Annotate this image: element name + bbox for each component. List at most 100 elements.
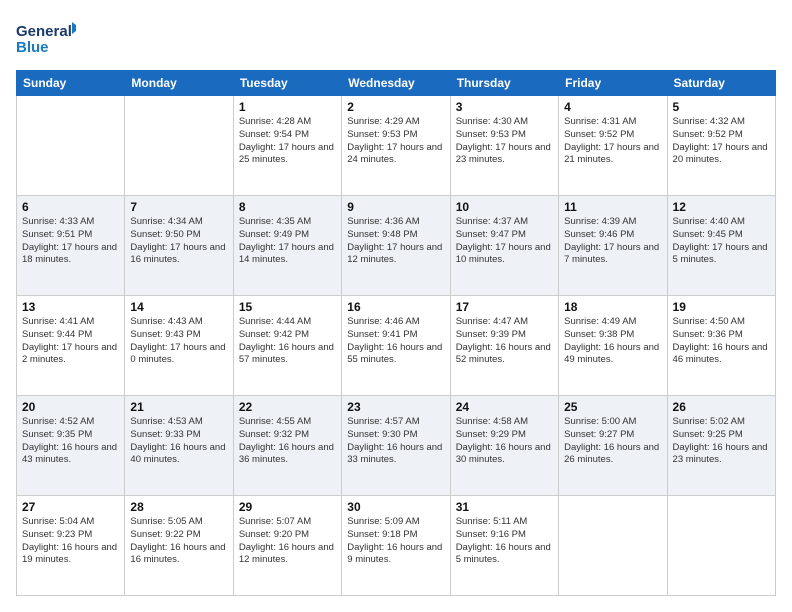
day-info: Sunrise: 4:37 AM Sunset: 9:47 PM Dayligh… <box>456 216 553 267</box>
day-info: Sunrise: 5:02 AM Sunset: 9:25 PM Dayligh… <box>673 416 770 467</box>
day-number: 18 <box>564 300 661 314</box>
calendar-cell: 16 Sunrise: 4:46 AM Sunset: 9:41 PM Dayli… <box>342 296 450 396</box>
header: General Blue <box>16 16 776 60</box>
calendar-cell: 21Sunrise: 4:53 AM Sunset: 9:33 PM Dayli… <box>125 396 233 496</box>
calendar-cell: 15Sunrise: 4:44 AM Sunset: 9:42 PM Dayli… <box>233 296 341 396</box>
calendar-cell: 12 Sunrise: 4:40 AM Sunset: 9:45 PM Dayli… <box>667 196 775 296</box>
day-number: 16 <box>347 300 444 314</box>
calendar-cell: 7Sunrise: 4:34 AM Sunset: 9:50 PM Daylig… <box>125 196 233 296</box>
day-number: 30 <box>347 500 444 514</box>
day-number: 9 <box>347 200 444 214</box>
calendar-cell: 23 Sunrise: 4:57 AM Sunset: 9:30 PM Dayli… <box>342 396 450 496</box>
page: General Blue SundayMondayTuesdayWednesda… <box>0 0 792 612</box>
day-number: 25 <box>564 400 661 414</box>
day-number: 29 <box>239 500 336 514</box>
day-number: 6 <box>22 200 119 214</box>
calendar-cell: 22 Sunrise: 4:55 AM Sunset: 9:32 PM Dayli… <box>233 396 341 496</box>
day-number: 28 <box>130 500 227 514</box>
calendar-cell: 8 Sunrise: 4:35 AM Sunset: 9:49 PM Daylig… <box>233 196 341 296</box>
day-info: Sunrise: 4:55 AM Sunset: 9:32 PM Dayligh… <box>239 416 336 467</box>
day-info: Sunrise: 4:43 AM Sunset: 9:43 PM Dayligh… <box>130 316 227 367</box>
day-info: Sunrise: 4:50 AM Sunset: 9:36 PM Dayligh… <box>673 316 770 367</box>
day-number: 17 <box>456 300 553 314</box>
calendar-cell: 13Sunrise: 4:41 AM Sunset: 9:44 PM Dayli… <box>17 296 125 396</box>
day-info: Sunrise: 4:47 AM Sunset: 9:39 PM Dayligh… <box>456 316 553 367</box>
calendar-cell: 19 Sunrise: 4:50 AM Sunset: 9:36 PM Dayli… <box>667 296 775 396</box>
calendar-cell: 17 Sunrise: 4:47 AM Sunset: 9:39 PM Dayli… <box>450 296 558 396</box>
day-number: 14 <box>130 300 227 314</box>
day-info: Sunrise: 4:46 AM Sunset: 9:41 PM Dayligh… <box>347 316 444 367</box>
calendar-cell: 28 Sunrise: 5:05 AM Sunset: 9:22 PM Dayli… <box>125 496 233 596</box>
day-of-week-header: Sunday <box>17 71 125 96</box>
calendar-cell: 29 Sunrise: 5:07 AM Sunset: 9:20 PM Dayli… <box>233 496 341 596</box>
day-number: 27 <box>22 500 119 514</box>
day-number: 15 <box>239 300 336 314</box>
day-number: 19 <box>673 300 770 314</box>
day-info: Sunrise: 4:57 AM Sunset: 9:30 PM Dayligh… <box>347 416 444 467</box>
day-number: 1 <box>239 100 336 114</box>
calendar-week-row: 27 Sunrise: 5:04 AM Sunset: 9:23 PM Dayli… <box>17 496 776 596</box>
day-info: Sunrise: 4:58 AM Sunset: 9:29 PM Dayligh… <box>456 416 553 467</box>
day-number: 22 <box>239 400 336 414</box>
day-number: 7 <box>130 200 227 214</box>
day-of-week-header: Monday <box>125 71 233 96</box>
calendar-cell: 11 Sunrise: 4:39 AM Sunset: 9:46 PM Dayli… <box>559 196 667 296</box>
day-info: Sunrise: 5:04 AM Sunset: 9:23 PM Dayligh… <box>22 516 119 567</box>
day-info: Sunrise: 4:41 AM Sunset: 9:44 PM Dayligh… <box>22 316 119 367</box>
day-info: Sunrise: 4:40 AM Sunset: 9:45 PM Dayligh… <box>673 216 770 267</box>
day-info: Sunrise: 4:39 AM Sunset: 9:46 PM Dayligh… <box>564 216 661 267</box>
calendar-cell: 5Sunrise: 4:32 AM Sunset: 9:52 PM Daylig… <box>667 96 775 196</box>
calendar-cell: 25Sunrise: 5:00 AM Sunset: 9:27 PM Dayli… <box>559 396 667 496</box>
day-number: 12 <box>673 200 770 214</box>
calendar-cell: 2Sunrise: 4:29 AM Sunset: 9:53 PM Daylig… <box>342 96 450 196</box>
day-info: Sunrise: 4:33 AM Sunset: 9:51 PM Dayligh… <box>22 216 119 267</box>
calendar-cell <box>17 96 125 196</box>
day-number: 26 <box>673 400 770 414</box>
calendar-table: SundayMondayTuesdayWednesdayThursdayFrid… <box>16 70 776 596</box>
day-info: Sunrise: 5:11 AM Sunset: 9:16 PM Dayligh… <box>456 516 553 567</box>
day-of-week-header: Tuesday <box>233 71 341 96</box>
calendar-cell: 6 Sunrise: 4:33 AM Sunset: 9:51 PM Daylig… <box>17 196 125 296</box>
calendar-week-row: 13Sunrise: 4:41 AM Sunset: 9:44 PM Dayli… <box>17 296 776 396</box>
day-info: Sunrise: 4:29 AM Sunset: 9:53 PM Dayligh… <box>347 116 444 167</box>
calendar-cell: 18 Sunrise: 4:49 AM Sunset: 9:38 PM Dayli… <box>559 296 667 396</box>
day-of-week-header: Wednesday <box>342 71 450 96</box>
calendar-week-row: 20Sunrise: 4:52 AM Sunset: 9:35 PM Dayli… <box>17 396 776 496</box>
day-info: Sunrise: 4:28 AM Sunset: 9:54 PM Dayligh… <box>239 116 336 167</box>
day-info: Sunrise: 5:09 AM Sunset: 9:18 PM Dayligh… <box>347 516 444 567</box>
logo: General Blue <box>16 16 76 60</box>
calendar-cell <box>667 496 775 596</box>
day-number: 23 <box>347 400 444 414</box>
calendar-cell: 27 Sunrise: 5:04 AM Sunset: 9:23 PM Dayli… <box>17 496 125 596</box>
calendar-cell: 9 Sunrise: 4:36 AM Sunset: 9:48 PM Daylig… <box>342 196 450 296</box>
calendar-header-row: SundayMondayTuesdayWednesdayThursdayFrid… <box>17 71 776 96</box>
day-info: Sunrise: 4:35 AM Sunset: 9:49 PM Dayligh… <box>239 216 336 267</box>
calendar-cell: 10 Sunrise: 4:37 AM Sunset: 9:47 PM Dayli… <box>450 196 558 296</box>
day-of-week-header: Saturday <box>667 71 775 96</box>
calendar-cell <box>559 496 667 596</box>
day-number: 11 <box>564 200 661 214</box>
day-number: 5 <box>673 100 770 114</box>
day-info: Sunrise: 4:30 AM Sunset: 9:53 PM Dayligh… <box>456 116 553 167</box>
day-number: 4 <box>564 100 661 114</box>
day-of-week-header: Thursday <box>450 71 558 96</box>
calendar-week-row: 6 Sunrise: 4:33 AM Sunset: 9:51 PM Daylig… <box>17 196 776 296</box>
calendar-cell: 14 Sunrise: 4:43 AM Sunset: 9:43 PM Dayli… <box>125 296 233 396</box>
calendar-cell: 24Sunrise: 4:58 AM Sunset: 9:29 PM Dayli… <box>450 396 558 496</box>
day-number: 10 <box>456 200 553 214</box>
calendar-cell <box>125 96 233 196</box>
calendar-cell: 20Sunrise: 4:52 AM Sunset: 9:35 PM Dayli… <box>17 396 125 496</box>
day-number: 31 <box>456 500 553 514</box>
day-info: Sunrise: 4:52 AM Sunset: 9:35 PM Dayligh… <box>22 416 119 467</box>
day-number: 8 <box>239 200 336 214</box>
calendar-cell: 1 Sunrise: 4:28 AM Sunset: 9:54 PM Daylig… <box>233 96 341 196</box>
day-info: Sunrise: 4:53 AM Sunset: 9:33 PM Dayligh… <box>130 416 227 467</box>
logo-svg: General Blue <box>16 16 76 60</box>
svg-text:Blue: Blue <box>16 39 49 56</box>
day-info: Sunrise: 5:07 AM Sunset: 9:20 PM Dayligh… <box>239 516 336 567</box>
day-info: Sunrise: 4:36 AM Sunset: 9:48 PM Dayligh… <box>347 216 444 267</box>
calendar-cell: 31 Sunrise: 5:11 AM Sunset: 9:16 PM Dayli… <box>450 496 558 596</box>
day-info: Sunrise: 4:49 AM Sunset: 9:38 PM Dayligh… <box>564 316 661 367</box>
day-info: Sunrise: 5:05 AM Sunset: 9:22 PM Dayligh… <box>130 516 227 567</box>
calendar-cell: 26 Sunrise: 5:02 AM Sunset: 9:25 PM Dayli… <box>667 396 775 496</box>
